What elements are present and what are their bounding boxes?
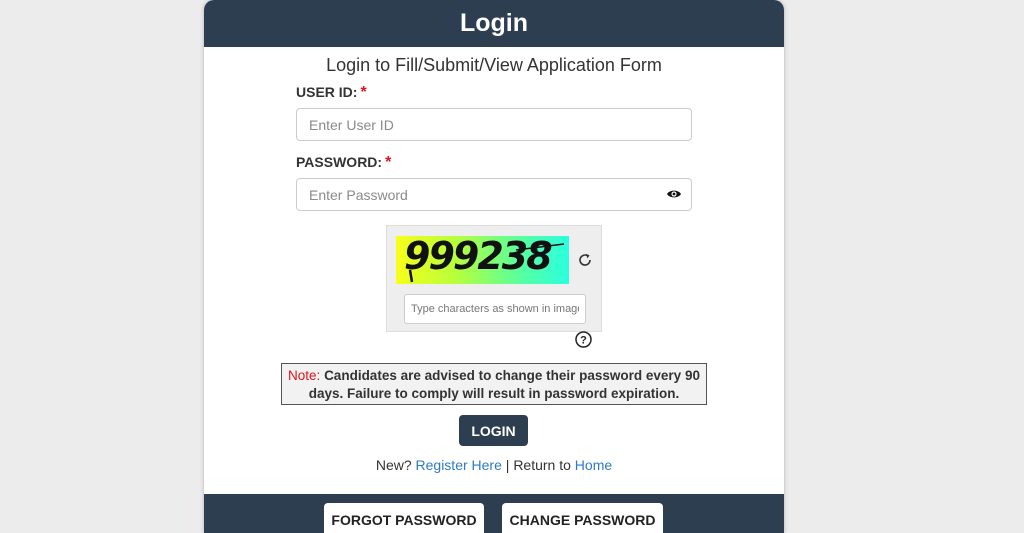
new-prefix: New? (375, 457, 412, 473)
help-icon[interactable]: ? (575, 331, 592, 348)
note-text: Candidates are advised to change their p… (308, 368, 700, 401)
refresh-icon[interactable] (577, 252, 593, 268)
user-id-label-text: USER ID: (296, 84, 358, 100)
form-subtitle: Login to Fill/Submit/View Application Fo… (326, 55, 662, 75)
captcha-input[interactable] (404, 294, 586, 324)
required-mark: * (360, 84, 367, 101)
captcha-image: 999238 (396, 236, 569, 284)
link-separator: | (505, 457, 510, 473)
login-card: Login Login to Fill/Submit/View Applicat… (204, 0, 784, 533)
footer-bar: FORGOT PASSWORD CHANGE PASSWORD (204, 494, 784, 533)
password-label: PASSWORD: * (296, 154, 391, 172)
required-mark: * (385, 154, 392, 171)
eye-icon[interactable] (666, 187, 682, 201)
password-label-text: PASSWORD: (296, 154, 383, 170)
card-header: Login (204, 0, 784, 47)
captcha-noise-line (408, 243, 565, 283)
note-label: Note: (288, 368, 321, 383)
home-link[interactable]: Home (575, 457, 612, 473)
forgot-password-button[interactable]: FORGOT PASSWORD (324, 503, 484, 533)
user-id-input[interactable] (296, 108, 692, 141)
change-password-button[interactable]: CHANGE PASSWORD (502, 503, 663, 533)
password-note: Note: Candidates are advised to change t… (281, 363, 707, 405)
svg-text:?: ? (580, 335, 587, 347)
links-row: New? Register Here | Return to Home (204, 457, 784, 473)
login-button[interactable]: LOGIN (459, 415, 528, 446)
captcha-panel: 999238 (386, 225, 602, 332)
user-id-label: USER ID: * (296, 84, 367, 102)
return-prefix: Return to (513, 457, 571, 473)
register-link[interactable]: Register Here (416, 457, 502, 473)
password-input[interactable] (296, 178, 692, 211)
